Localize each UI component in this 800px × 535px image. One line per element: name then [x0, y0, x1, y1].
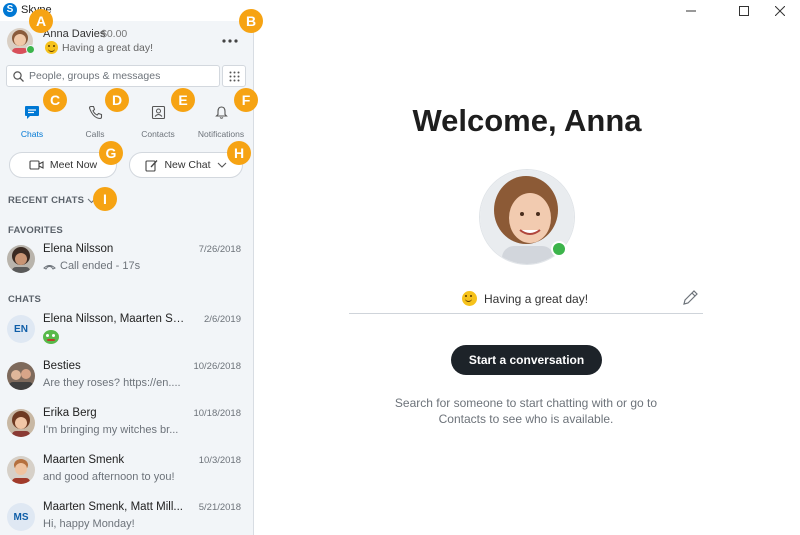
- avatar: MS: [7, 503, 35, 531]
- minimize-icon: [686, 10, 696, 11]
- chat-date: 2/6/2019: [204, 314, 241, 325]
- chevron-down-icon: [217, 162, 226, 168]
- chat-item[interactable]: Maarten Smenk 10/3/2018 and good afterno…: [0, 450, 253, 496]
- search-box[interactable]: [6, 65, 220, 87]
- chat-preview: Call ended - 17s: [43, 260, 193, 272]
- dialpad-icon: [229, 71, 239, 81]
- title-bar: S Skype: [0, 0, 800, 21]
- chat-item[interactable]: Erika Berg 10/18/2018 I'm bringing my wi…: [0, 403, 253, 449]
- contact-photo-icon: [7, 409, 35, 437]
- chat-date: 7/26/2018: [198, 244, 241, 255]
- chat-name: Erika Berg: [43, 407, 97, 419]
- chat-preview: Hi, happy Monday!: [43, 518, 135, 530]
- hint-text: Search for someone to start chatting wit…: [394, 396, 658, 426]
- smiley-icon: [45, 41, 58, 54]
- chat-item[interactable]: Besties 10/26/2018 Are they roses? https…: [0, 356, 253, 402]
- chat-date: 5/21/2018: [198, 502, 241, 513]
- skype-logo-icon: S: [3, 3, 17, 17]
- maximize-icon: [739, 5, 749, 16]
- search-icon: [13, 70, 24, 82]
- chats-header: CHATS: [8, 294, 42, 305]
- start-conversation-button[interactable]: Start a conversation: [451, 345, 602, 375]
- bell-icon: [214, 106, 228, 119]
- goblin-emoticon-icon: [43, 330, 59, 344]
- callout-i: I: [93, 187, 117, 211]
- video-camera-icon: [29, 160, 44, 170]
- avatar: EN: [7, 315, 35, 343]
- call-ended-icon: [43, 264, 56, 270]
- contact-photo-icon: [7, 245, 35, 273]
- recent-chats-dropdown[interactable]: RECENT CHATS: [8, 195, 96, 206]
- chat-date: 10/26/2018: [193, 361, 241, 372]
- avatar: [7, 409, 35, 437]
- phone-icon: [88, 105, 102, 120]
- chat-name: Elena Nilsson, Maarten Sm...: [43, 313, 191, 325]
- callout-b: B: [239, 9, 263, 33]
- tab-calls-label: Calls: [85, 129, 105, 139]
- callout-g: G: [99, 141, 123, 165]
- close-icon: [775, 5, 785, 16]
- skype-credit[interactable]: $0.00: [101, 28, 127, 40]
- minimize-button[interactable]: [669, 0, 713, 21]
- chat-item[interactable]: MS Maarten Smenk, Matt Mill... 5/21/2018…: [0, 497, 253, 535]
- callout-e: E: [171, 88, 195, 112]
- callout-d: D: [105, 88, 129, 112]
- chat-preview: I'm bringing my witches br...: [43, 424, 179, 436]
- avatar: [7, 362, 35, 390]
- chat-date: 10/3/2018: [198, 455, 241, 466]
- chat-preview: Are they roses? https://en....: [43, 377, 181, 389]
- smiley-icon: [462, 291, 477, 306]
- profile-name[interactable]: Anna Davies: [43, 28, 105, 40]
- avatar: [7, 245, 35, 273]
- contacts-icon: [151, 105, 165, 120]
- tab-notifications-label: Notifications: [197, 129, 245, 139]
- callout-c: C: [43, 88, 67, 112]
- compose-icon: [145, 159, 158, 172]
- callout-h: H: [227, 141, 251, 165]
- mood-message-text: Having a great day!: [484, 291, 589, 306]
- mood-text: Having a great day!: [62, 41, 154, 54]
- group-photo-icon: [7, 362, 35, 390]
- chat-name: Elena Nilsson: [43, 243, 114, 255]
- recent-chats-label: RECENT CHATS: [8, 195, 85, 206]
- chat-name: Besties: [43, 360, 81, 372]
- contact-photo-icon: [7, 456, 35, 484]
- new-chat-label: New Chat: [164, 159, 211, 171]
- chat-name: Maarten Smenk: [43, 454, 125, 466]
- chat-item-favorite-elena[interactable]: Elena Nilsson 7/26/2018 Call ended - 17s: [0, 239, 253, 285]
- presence-indicator: [26, 45, 35, 54]
- chat-preview: [43, 330, 193, 344]
- pencil-icon: [683, 290, 698, 305]
- new-chat-button[interactable]: New Chat: [129, 152, 243, 178]
- chat-preview: and good afternoon to you!: [43, 471, 175, 483]
- edit-mood-button[interactable]: [681, 289, 699, 312]
- divider: [349, 313, 703, 314]
- avatar: [7, 456, 35, 484]
- dialpad-button[interactable]: [222, 65, 246, 87]
- callout-f: F: [234, 88, 258, 112]
- chat-name: Maarten Smenk, Matt Mill...: [43, 501, 183, 513]
- search-input[interactable]: [29, 70, 209, 82]
- more-dots-icon: [222, 39, 238, 43]
- favorites-header: FAVORITES: [8, 225, 63, 236]
- profile-mood[interactable]: Having a great day!: [45, 41, 153, 54]
- chat-item[interactable]: EN Elena Nilsson, Maarten Sm... 2/6/2019: [0, 309, 253, 355]
- chat-bubble-icon: [25, 106, 39, 119]
- presence-indicator: [551, 241, 567, 257]
- mood-message[interactable]: Having a great day!: [462, 291, 588, 306]
- tab-contacts-label: Contacts: [141, 129, 175, 139]
- callout-a: A: [29, 9, 53, 33]
- meet-now-label: Meet Now: [49, 159, 98, 171]
- more-options-button[interactable]: [222, 31, 238, 48]
- chat-date: 10/18/2018: [193, 408, 241, 419]
- tab-chats-label: Chats: [20, 129, 44, 139]
- close-button[interactable]: [758, 0, 800, 21]
- welcome-heading: Welcome, Anna: [412, 103, 642, 138]
